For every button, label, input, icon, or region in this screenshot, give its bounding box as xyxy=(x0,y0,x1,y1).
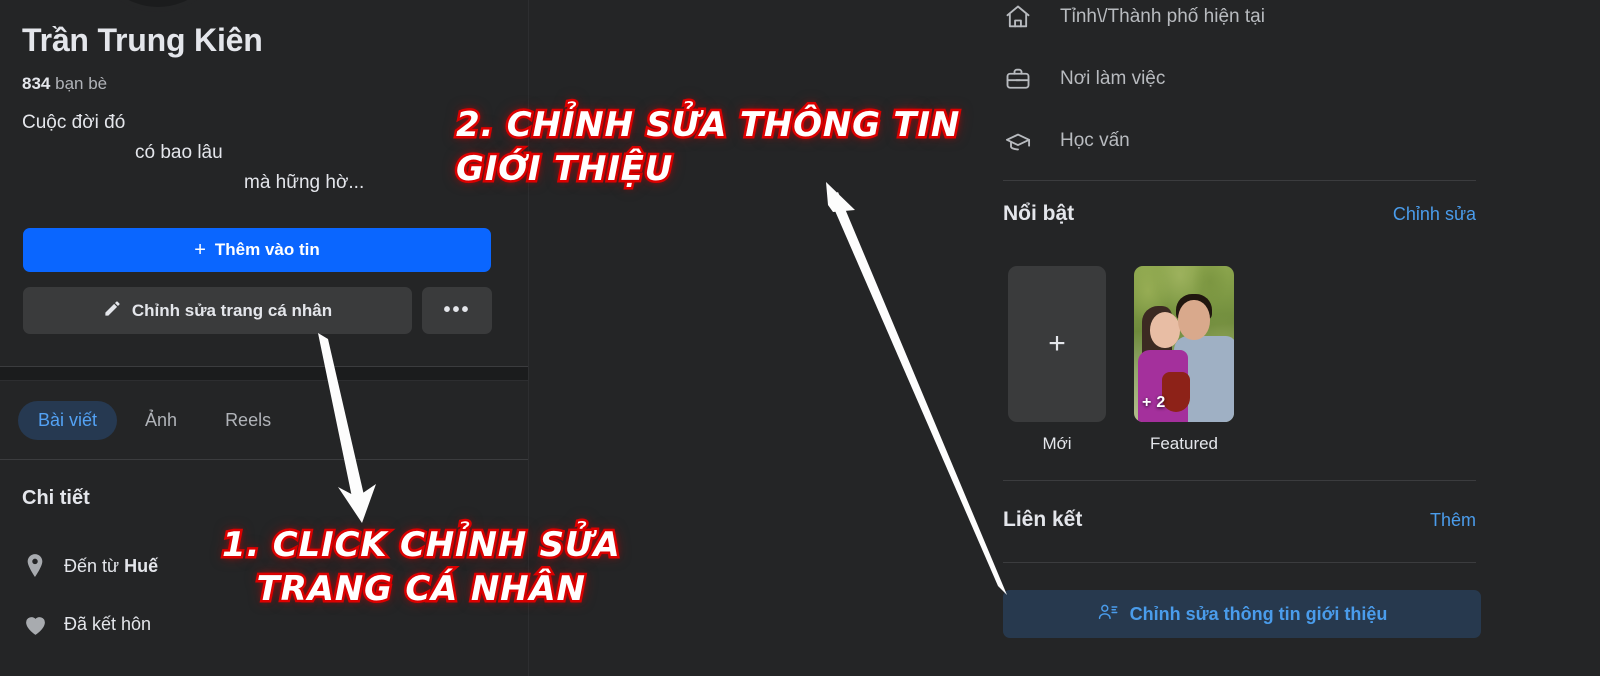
pencil-icon xyxy=(103,299,122,323)
bio-line-2: có bao lâu xyxy=(135,142,223,164)
add-to-story-label: Thêm vào tin xyxy=(214,240,320,259)
intro-workplace-label: Nơi làm việc xyxy=(1060,68,1166,89)
links-title: Liên kết xyxy=(1003,508,1083,531)
friend-count[interactable]: 834 bạn bè xyxy=(22,74,107,94)
plus-icon: + xyxy=(1142,394,1152,411)
intro-city-label: Tỉnh\/Thành phố hiện tại xyxy=(1060,6,1265,27)
highlights-list: + Mới + 2 Featured xyxy=(1008,266,1234,454)
ellipsis-icon: ••• xyxy=(443,299,471,321)
tab-photos[interactable]: Ảnh xyxy=(125,401,197,440)
intro-divider-1 xyxy=(1003,180,1476,181)
tab-reels[interactable]: Reels xyxy=(205,401,291,440)
graduation-cap-icon xyxy=(1003,126,1033,156)
profile-bio: Cuộc đời đó có bao lâu mà hững hờ... xyxy=(22,108,482,198)
edit-intro-label: Chỉnh sửa thông tin giới thiệu xyxy=(1129,603,1388,624)
intro-divider-3 xyxy=(1003,562,1476,563)
bio-line-1: Cuộc đời đó xyxy=(22,112,126,133)
tab-posts[interactable]: Bài viết xyxy=(18,401,118,440)
detail-row-hometown: Đến từ Huế xyxy=(22,553,158,579)
friend-count-number: 834 xyxy=(22,74,51,93)
more-options-button[interactable]: ••• xyxy=(422,287,492,334)
home-icon xyxy=(1003,2,1033,32)
arrow-2-head xyxy=(826,182,855,212)
section-divider-bottom xyxy=(0,380,528,381)
detail-hometown-value: Huế xyxy=(124,555,159,576)
plus-icon: + xyxy=(1048,327,1066,360)
friend-count-label: bạn bè xyxy=(55,74,108,93)
detail-hometown-text: Đến từ Huế xyxy=(64,556,158,577)
tabs-divider xyxy=(0,459,528,460)
links-section-header: Liên kết Thêm xyxy=(1003,508,1476,532)
plus-icon: + xyxy=(194,239,206,261)
photo-bouquet xyxy=(1162,372,1190,412)
edit-profile-button[interactable]: Chỉnh sửa trang cá nhân xyxy=(23,287,412,334)
intro-education-label: Học vấn xyxy=(1060,130,1130,151)
highlights-edit-link[interactable]: Chỉnh sửa xyxy=(1393,204,1476,225)
photo-figure-right-head xyxy=(1178,300,1210,340)
intro-right-column: Tỉnh\/Thành phố hiện tại Nơi làm việc Họ… xyxy=(1003,0,1483,676)
detail-hometown-prefix: Đến từ xyxy=(64,555,125,576)
highlight-count-value: 2 xyxy=(1156,394,1166,411)
intro-row-city[interactable]: Tỉnh\/Thành phố hiện tại xyxy=(1003,2,1265,32)
highlight-item-new[interactable]: + Mới xyxy=(1008,266,1106,454)
highlight-featured-label: Featured xyxy=(1149,434,1219,453)
add-to-story-button[interactable]: + Thêm vào tin xyxy=(23,228,491,272)
highlight-count-badge: + 2 xyxy=(1142,394,1165,412)
details-heading: Chi tiết xyxy=(22,487,90,509)
annotation-step-2: 2. CHỈNH SỬA THÔNG TIN GIỚI THIỆU xyxy=(453,102,961,191)
profile-left-column: Trần Trung Kiên 834 bạn bè Cuộc đời đó c… xyxy=(0,0,528,676)
highlights-title: Nổi bật xyxy=(1003,202,1075,225)
bio-line-3: mà hững hờ... xyxy=(244,172,365,194)
add-highlight-tile[interactable]: + xyxy=(1008,266,1106,422)
profile-tabs: Bài viết Ảnh Reels xyxy=(18,401,291,440)
section-separator-band xyxy=(0,367,528,380)
intro-divider-2 xyxy=(1003,480,1476,481)
edit-profile-label: Chỉnh sửa trang cá nhân xyxy=(131,300,333,320)
page-title: Trần Trung Kiên xyxy=(22,22,263,58)
highlights-section-header: Nổi bật Chỉnh sửa xyxy=(1003,202,1476,226)
facebook-profile-screenshot: Trần Trung Kiên 834 bạn bè Cuộc đời đó c… xyxy=(0,0,1600,676)
arrow-2-shaft xyxy=(829,192,1007,595)
featured-photo-thumbnail[interactable]: + 2 xyxy=(1134,266,1234,422)
column-divider xyxy=(528,0,529,676)
detail-row-relationship: Đã kết hôn xyxy=(22,611,151,637)
intro-row-education[interactable]: Học vấn xyxy=(1003,126,1130,156)
detail-relationship-text: Đã kết hôn xyxy=(64,613,152,634)
location-pin-icon xyxy=(22,553,48,579)
intro-row-workplace[interactable]: Nơi làm việc xyxy=(1003,64,1165,94)
heart-icon xyxy=(22,611,48,637)
links-add-link[interactable]: Thêm xyxy=(1430,510,1476,531)
user-details-icon xyxy=(1097,601,1119,628)
highlight-new-label: Mới xyxy=(1042,434,1072,453)
briefcase-icon xyxy=(1003,64,1033,94)
highlight-item-featured[interactable]: + 2 Featured xyxy=(1134,266,1234,454)
edit-intro-button[interactable]: Chỉnh sửa thông tin giới thiệu xyxy=(1003,590,1481,638)
